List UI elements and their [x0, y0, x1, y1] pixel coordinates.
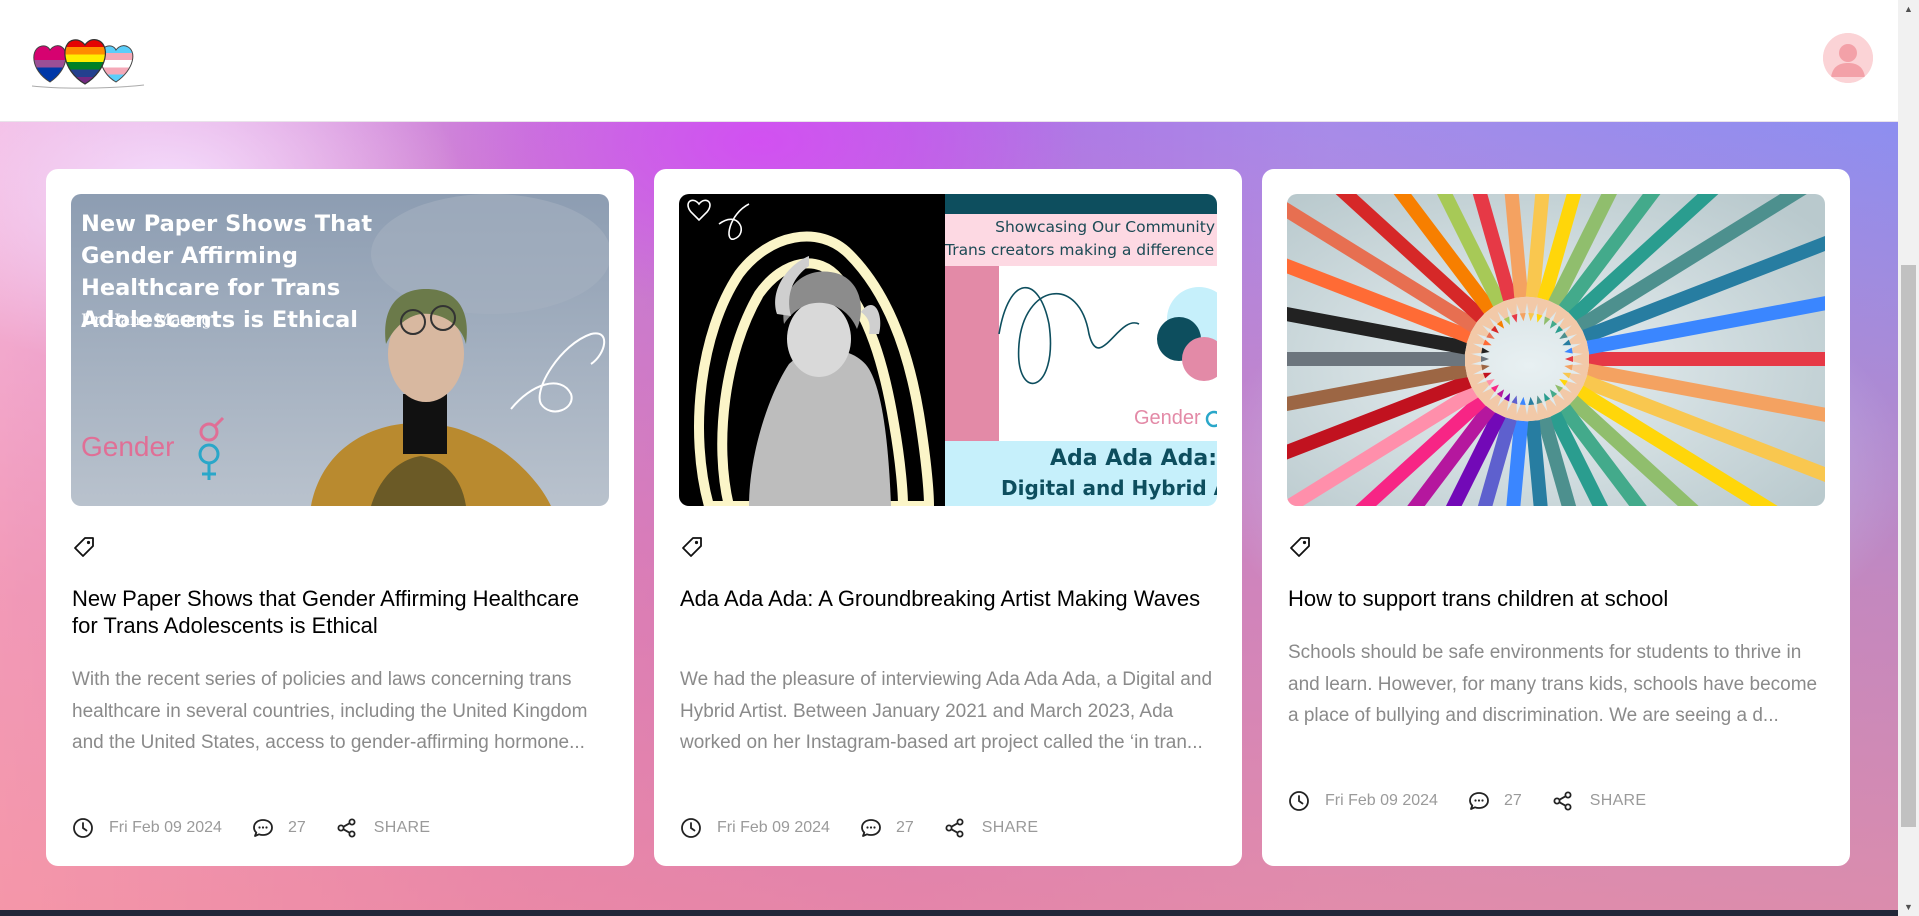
article-excerpt: Schools should be safe environments for … [1288, 642, 1818, 726]
comment-icon[interactable] [252, 817, 274, 839]
article-excerpt: We had the pleasure of interviewing Ada … [680, 669, 1213, 753]
comment-count: 27 [1503, 792, 1522, 809]
clock-icon [73, 818, 93, 838]
article-image[interactable]: Gender New Paper Shows That Gender Affir… [71, 194, 609, 506]
article-meta: Fri Feb 09 2024 27 SHARE [680, 816, 1038, 840]
image-overlay-author: Dr Hane Maung [81, 310, 212, 329]
image-overlay-line: Trans creators making a difference [945, 241, 1215, 259]
clock-icon [1289, 791, 1309, 811]
logo[interactable] [28, 34, 148, 90]
comment-icon[interactable] [1468, 790, 1490, 812]
article-card[interactable]: How to support trans children at school … [1262, 169, 1850, 866]
site-header [0, 0, 1898, 122]
tag-icon[interactable] [1289, 536, 1311, 558]
article-image[interactable] [1287, 194, 1825, 506]
comment-icon[interactable] [860, 817, 882, 839]
share-icon[interactable] [944, 817, 966, 839]
article-date: Fri Feb 09 2024 [109, 819, 222, 836]
article-card[interactable]: Gender New Paper Shows That Gender Affir… [46, 169, 634, 866]
article-image[interactable]: Gender Showcasing Our Community Trans cr… [679, 194, 1217, 506]
tag-icon[interactable] [681, 536, 703, 558]
scroll-up-arrow-icon[interactable]: ▲ [1898, 0, 1919, 18]
brand-wordmark: Gender [1134, 407, 1201, 429]
article-date: Fri Feb 09 2024 [717, 819, 830, 836]
article-title[interactable]: How to support trans children at school [1288, 585, 1824, 612]
comment-count: 27 [895, 819, 914, 836]
vertical-scrollbar[interactable]: ▲ ▼ [1898, 0, 1919, 916]
share-button[interactable]: SHARE [1590, 792, 1647, 810]
scrollbar-thumb[interactable] [1901, 265, 1916, 827]
comment-count: 27 [287, 819, 306, 836]
share-icon[interactable] [1552, 790, 1574, 812]
article-meta: Fri Feb 09 2024 27 SHARE [72, 816, 430, 840]
image-overlay-headline: Ada Ada Ada: [1050, 446, 1217, 471]
tag-icon[interactable] [73, 536, 95, 558]
article-title[interactable]: Ada Ada Ada: A Groundbreaking Artist Mak… [680, 585, 1216, 612]
image-overlay-line: Showcasing Our Community [995, 218, 1215, 236]
article-excerpt: With the recent series of policies and l… [72, 669, 588, 753]
article-title[interactable]: New Paper Shows that Gender Affirming He… [72, 585, 608, 639]
brand-wordmark: Gender [81, 431, 174, 462]
share-button[interactable]: SHARE [374, 819, 431, 837]
colored-pencils-image [1287, 194, 1825, 506]
share-icon[interactable] [336, 817, 358, 839]
article-meta: Fri Feb 09 2024 27 SHARE [1288, 789, 1646, 813]
footer-strip [0, 910, 1898, 916]
article-date: Fri Feb 09 2024 [1325, 792, 1438, 809]
user-avatar-icon [1823, 33, 1873, 83]
clock-icon [681, 818, 701, 838]
article-card[interactable]: Gender Showcasing Our Community Trans cr… [654, 169, 1242, 866]
scroll-down-arrow-icon[interactable]: ▼ [1898, 898, 1919, 916]
user-avatar[interactable] [1823, 33, 1873, 83]
image-overlay-headline: Digital and Hybrid Artist [1001, 476, 1217, 500]
share-button[interactable]: SHARE [982, 819, 1039, 837]
